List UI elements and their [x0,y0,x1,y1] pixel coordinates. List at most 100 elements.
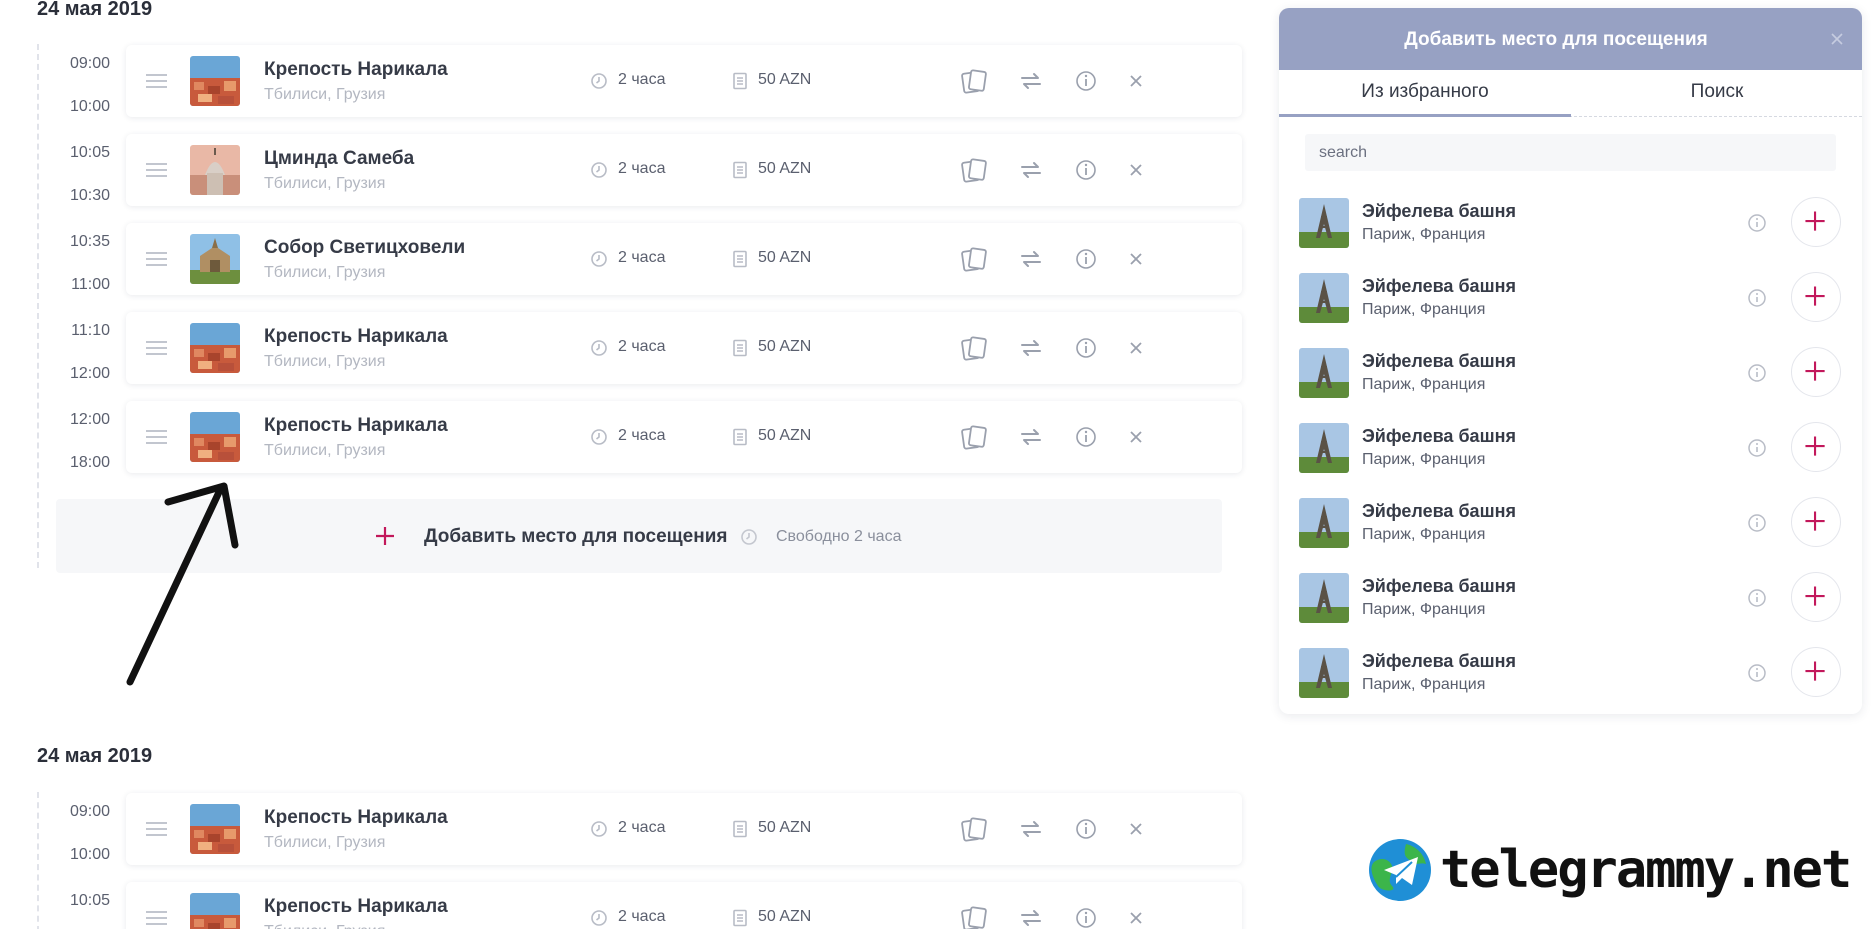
favorite-item[interactable]: Эйфелева башня Париж, Франция [1299,568,1844,628]
price: 50 AZN [758,160,812,177]
place-thumbnail [190,804,240,854]
favorite-item[interactable]: Эйфелева башня Париж, Франция [1299,268,1844,328]
cards-icon[interactable] [960,904,988,929]
add-favorite-button[interactable] [1791,347,1841,397]
cards-icon[interactable] [960,245,988,273]
place-name[interactable]: Цминда Самеба [264,148,414,170]
place-name[interactable]: Крепость Нарикала [264,807,448,829]
clock-icon [591,162,607,178]
place-thumbnail [190,234,240,284]
add-favorite-button[interactable] [1791,497,1841,547]
info-icon[interactable] [1747,663,1767,683]
favorite-item[interactable]: Эйфелева башня Париж, Франция [1299,493,1844,553]
cards-icon[interactable] [960,815,988,843]
duration: 2 часа [618,160,666,177]
place-thumbnail [1299,198,1349,248]
itinerary-row[interactable]: Крепость Нарикала Тбилиси, Грузия 2 часа 50… [126,793,1242,865]
close-icon[interactable] [1828,30,1846,48]
info-icon[interactable] [1072,423,1100,451]
place-name[interactable]: Крепость Нарикала [264,59,448,81]
tab-favorites[interactable]: Из избранного [1279,70,1571,117]
favorite-location: Париж, Франция [1362,601,1486,618]
swap-icon[interactable] [1017,156,1045,184]
favorite-item[interactable]: Эйфелева башня Париж, Франция [1299,343,1844,403]
place-name[interactable]: Крепость Нарикала [264,415,448,437]
plus-icon [1805,661,1825,681]
drag-handle-icon[interactable] [146,74,167,88]
place-name[interactable]: Крепость Нарикала [264,896,448,918]
cards-icon[interactable] [960,423,988,451]
info-icon[interactable] [1072,156,1100,184]
tab-search[interactable]: Поиск [1571,70,1862,117]
receipt-icon [733,250,747,268]
day-title: 24 мая 2019 [37,745,153,767]
info-icon[interactable] [1747,213,1767,233]
swap-icon[interactable] [1017,815,1045,843]
close-icon[interactable] [1122,67,1150,95]
place-thumbnail [190,412,240,462]
start-time: 10:35 [69,233,110,250]
place-name[interactable]: Собор Светицховели [264,237,465,259]
place-thumbnail [1299,348,1349,398]
add-favorite-button[interactable] [1791,272,1841,322]
favorite-item[interactable]: Эйфелева башня Париж, Франция [1299,643,1844,703]
drag-handle-icon[interactable] [146,341,167,355]
add-favorite-button[interactable] [1791,422,1841,472]
swap-icon[interactable] [1017,423,1045,451]
drag-handle-icon[interactable] [146,252,167,266]
cards-icon[interactable] [960,67,988,95]
plus-icon [1805,361,1825,381]
plus-icon [1805,211,1825,231]
info-icon[interactable] [1072,904,1100,929]
itinerary-row[interactable]: Крепость Нарикала Тбилиси, Грузия 2 часа 50… [126,401,1242,473]
itinerary-row[interactable]: Собор Светицховели Тбилиси, Грузия 2 часа 5… [126,223,1242,295]
info-icon[interactable] [1072,67,1100,95]
search-input[interactable] [1305,134,1836,171]
close-icon[interactable] [1122,245,1150,273]
swap-icon[interactable] [1017,245,1045,273]
close-icon[interactable] [1122,334,1150,362]
duration: 2 часа [618,249,666,266]
favorite-name: Эйфелева башня [1362,576,1516,596]
swap-icon[interactable] [1017,904,1045,929]
cards-icon[interactable] [960,334,988,362]
close-icon[interactable] [1122,156,1150,184]
time-range: 11:10 12:00 [40,309,110,395]
place-name[interactable]: Крепость Нарикала [264,326,448,348]
time-range: 10:05 10:30 [40,131,110,217]
add-favorite-button[interactable] [1791,197,1841,247]
itinerary-row[interactable]: Крепость Нарикала Тбилиси, Грузия 2 часа 50… [126,45,1242,117]
itinerary-row[interactable]: Цминда Самеба Тбилиси, Грузия 2 часа 50 AZN [126,134,1242,206]
favorite-item[interactable]: Эйфелева башня Париж, Франция [1299,418,1844,478]
drag-handle-icon[interactable] [146,822,167,836]
price: 50 AZN [758,427,812,444]
cards-icon[interactable] [960,156,988,184]
info-icon[interactable] [1747,288,1767,308]
drag-handle-icon[interactable] [146,163,167,177]
itinerary-row[interactable]: Крепость Нарикала Тбилиси, Грузия 2 часа 50… [126,882,1242,929]
globe-logo-icon [1369,839,1431,901]
info-icon[interactable] [1072,334,1100,362]
swap-icon[interactable] [1017,334,1045,362]
add-favorite-button[interactable] [1791,572,1841,622]
drag-handle-icon[interactable] [146,430,167,444]
info-icon[interactable] [1072,245,1100,273]
receipt-icon [733,909,747,927]
favorite-item[interactable]: Эйфелева башня Париж, Франция [1299,193,1844,253]
info-icon[interactable] [1747,588,1767,608]
add-favorite-button[interactable] [1791,647,1841,697]
receipt-icon [733,428,747,446]
close-icon[interactable] [1122,423,1150,451]
favorite-location: Париж, Франция [1362,451,1486,468]
info-icon[interactable] [1747,363,1767,383]
drag-handle-icon[interactable] [146,911,167,925]
plus-icon [376,527,394,545]
clock-icon [591,910,607,926]
info-icon[interactable] [1072,815,1100,843]
close-icon[interactable] [1122,904,1150,929]
itinerary-row[interactable]: Крепость Нарикала Тбилиси, Грузия 2 часа 50… [126,312,1242,384]
info-icon[interactable] [1747,513,1767,533]
swap-icon[interactable] [1017,67,1045,95]
info-icon[interactable] [1747,438,1767,458]
close-icon[interactable] [1122,815,1150,843]
